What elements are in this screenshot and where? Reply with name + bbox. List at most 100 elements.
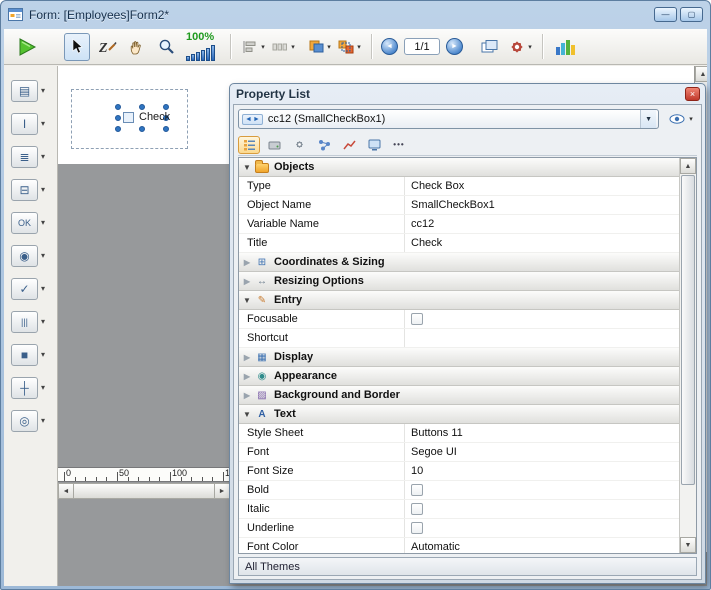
entry-order-tool-button[interactable]: Z <box>94 33 120 61</box>
tab-preview[interactable] <box>363 136 385 154</box>
section-display[interactable]: ▶▦Display <box>239 348 679 367</box>
minimize-button[interactable]: — <box>654 7 677 22</box>
combo-box-tool-dropdown-arrow[interactable]: ▾ <box>41 185 45 194</box>
insert-fields-button[interactable] <box>552 33 578 61</box>
property-value[interactable]: Check <box>405 237 679 249</box>
collapse-triangle-icon[interactable]: ▼ <box>239 410 255 419</box>
previous-page-button[interactable]: ◄ <box>381 38 398 55</box>
selection-handle[interactable] <box>139 126 145 132</box>
button-grid-tool-icon[interactable]: ||| <box>11 311 38 333</box>
section-resizing-options[interactable]: ▶↔Resizing Options <box>239 272 679 291</box>
property-value[interactable]: Check Box <box>405 180 679 192</box>
selection-handle[interactable] <box>163 104 169 110</box>
level-menu-button[interactable]: ▾ <box>306 33 332 61</box>
property-value[interactable]: 10 <box>405 465 679 477</box>
radio-button-tool-dropdown-arrow[interactable]: ▾ <box>41 251 45 260</box>
italic-checkbox[interactable] <box>411 503 423 515</box>
distribute-menu-button[interactable]: ▾ <box>270 33 296 61</box>
property-list-titlebar[interactable]: Property List × <box>233 84 702 104</box>
splitter-tool-icon[interactable]: ┼ <box>11 377 38 399</box>
scroll-right-icon[interactable]: ► <box>214 483 230 499</box>
scrollbar-track[interactable] <box>74 483 214 499</box>
input-tool-dropdown-arrow[interactable]: ▾ <box>41 119 45 128</box>
section-entry[interactable]: ▼✎Entry <box>239 291 679 310</box>
zoom-control[interactable]: 100% <box>186 32 215 61</box>
tab-settings[interactable] <box>288 136 310 154</box>
focusable-checkbox[interactable] <box>411 313 423 325</box>
expand-triangle-icon[interactable]: ▶ <box>239 372 255 381</box>
check-box-tool-icon[interactable]: ✓ <box>11 278 38 300</box>
collapse-triangle-icon[interactable]: ▼ <box>239 296 255 305</box>
expand-triangle-icon[interactable]: ▶ <box>239 258 255 267</box>
zoom-bars-icon[interactable] <box>186 45 215 61</box>
tab-property-list[interactable] <box>238 136 260 154</box>
theme-filter-bar[interactable]: All Themes <box>238 557 697 576</box>
distribute-dropdown-arrow[interactable]: ▾ <box>291 43 295 51</box>
view-filter-button[interactable]: ▾ <box>665 114 697 124</box>
scroll-up-icon[interactable]: ▲ <box>695 66 707 82</box>
property-value[interactable] <box>405 522 679 534</box>
zoom-tool-button[interactable] <box>154 33 180 61</box>
property-value[interactable] <box>405 313 679 325</box>
scrollbar-track[interactable] <box>680 486 696 537</box>
maximize-button[interactable]: ▢ <box>680 7 703 22</box>
align-menu-button[interactable]: ▾ <box>240 33 266 61</box>
selection-handle[interactable] <box>115 126 121 132</box>
hierarchical-list-tool-dropdown-arrow[interactable]: ▾ <box>41 152 45 161</box>
property-value[interactable]: SmallCheckBox1 <box>405 199 679 211</box>
button-tool-icon[interactable]: OK <box>11 212 38 234</box>
combo-box-tool-icon[interactable]: ⊟ <box>11 179 38 201</box>
input-tool-icon[interactable]: I <box>11 113 38 135</box>
text-tool-dropdown-arrow[interactable]: ▾ <box>41 86 45 95</box>
property-value[interactable] <box>405 503 679 515</box>
expand-triangle-icon[interactable]: ▶ <box>239 353 255 362</box>
execute-form-button[interactable] <box>14 33 40 61</box>
scrollbar-thumb[interactable] <box>681 175 695 485</box>
selection-tool-button[interactable] <box>64 33 90 61</box>
section-background-and-border[interactable]: ▶▨Background and Border <box>239 386 679 405</box>
underline-checkbox[interactable] <box>411 522 423 534</box>
check-box-tool-dropdown-arrow[interactable]: ▾ <box>41 284 45 293</box>
expand-triangle-icon[interactable]: ▶ <box>239 391 255 400</box>
scroll-up-icon[interactable]: ▲ <box>680 158 696 174</box>
move-hand-tool-button[interactable] <box>124 33 150 61</box>
oval-tool-dropdown-arrow[interactable]: ▾ <box>41 416 45 425</box>
rectangle-tool-icon[interactable]: ■ <box>11 344 38 366</box>
selected-checkbox-object[interactable]: Check <box>119 108 165 128</box>
button-tool-dropdown-arrow[interactable]: ▾ <box>41 218 45 227</box>
form-properties-dropdown-arrow[interactable]: ▾ <box>528 43 532 51</box>
expand-triangle-icon[interactable]: ▶ <box>239 277 255 286</box>
section-appearance[interactable]: ▶◉Appearance <box>239 367 679 386</box>
selection-handle[interactable] <box>139 104 145 110</box>
hierarchical-list-tool-icon[interactable]: ≣ <box>11 146 38 168</box>
next-page-button[interactable]: ► <box>446 38 463 55</box>
button-grid-tool-dropdown-arrow[interactable]: ▾ <box>41 317 45 326</box>
bold-checkbox[interactable] <box>411 484 423 496</box>
close-icon[interactable]: × <box>685 87 700 101</box>
tab-more[interactable]: ••• <box>388 136 410 154</box>
window-titlebar[interactable]: Form: [Employees]Form2* — ▢ <box>1 1 710 28</box>
tab-data-source[interactable] <box>263 136 285 154</box>
selection-handle[interactable] <box>163 126 169 132</box>
canvas-horizontal-scrollbar[interactable]: ◄ ► <box>58 483 230 499</box>
scroll-left-icon[interactable]: ◄ <box>58 483 74 499</box>
scroll-down-icon[interactable]: ▼ <box>680 537 696 553</box>
object-selector-combobox[interactable]: ◄► cc12 (SmallCheckBox1) ▼ <box>238 109 659 129</box>
section-text[interactable]: ▼AText <box>239 405 679 424</box>
section-objects[interactable]: ▼Objects <box>239 158 679 177</box>
text-tool-icon[interactable]: ▤ <box>11 80 38 102</box>
tab-styles[interactable] <box>338 136 360 154</box>
property-value[interactable]: Buttons 11 <box>405 427 679 439</box>
collapse-triangle-icon[interactable]: ▼ <box>239 163 255 172</box>
form-properties-menu-button[interactable]: ▾ <box>507 33 533 61</box>
property-grid-scrollbar[interactable]: ▲ ▼ <box>679 158 696 553</box>
oval-tool-icon[interactable]: ◎ <box>11 410 38 432</box>
splitter-tool-dropdown-arrow[interactable]: ▾ <box>41 383 45 392</box>
section-coordinates-sizing[interactable]: ▶⊞Coordinates & Sizing <box>239 253 679 272</box>
display-pages-button[interactable] <box>477 33 503 61</box>
property-value[interactable]: cc12 <box>405 218 679 230</box>
view-filter-dropdown-arrow[interactable]: ▾ <box>689 115 693 123</box>
object-navigation-icon[interactable]: ◄► <box>242 114 263 125</box>
tab-events[interactable] <box>313 136 335 154</box>
align-dropdown-arrow[interactable]: ▾ <box>261 43 265 51</box>
